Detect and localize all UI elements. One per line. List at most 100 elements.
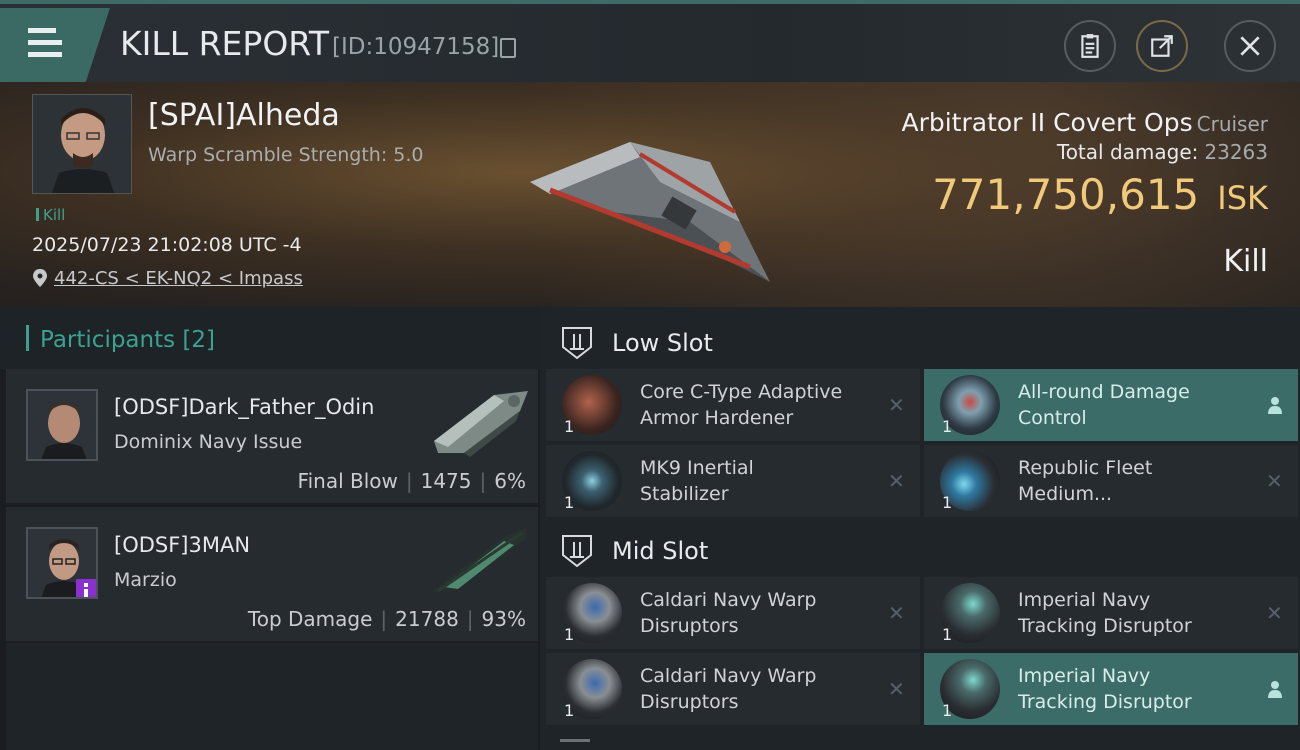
ship-class: Cruiser <box>1196 112 1268 136</box>
participant-row[interactable]: [ODSF]Dark_Father_Odin Dominix Navy Issu… <box>6 369 538 505</box>
stats-separator: | <box>405 469 413 493</box>
share-icon <box>1151 35 1173 57</box>
participant-damage: 21788 <box>395 607 459 631</box>
slot-icon <box>562 535 592 568</box>
module-name-line: Tracking Disruptor <box>1018 615 1192 637</box>
menu-button[interactable] <box>0 8 110 82</box>
module-name-line: Caldari Navy Warp <box>640 665 817 687</box>
hamburger-menu-icon <box>28 28 62 58</box>
participant-percent: 6% <box>494 469 526 493</box>
module-name: MK9 Inertial Stabilizer <box>640 455 880 507</box>
low-slot-title: Low Slot <box>612 329 713 357</box>
participants-title-text: Participants <box>40 327 176 353</box>
isk-value: 771,750,615 ISK <box>932 170 1268 219</box>
participant-role: Top Damage <box>247 607 373 631</box>
participant-ship: Dominix Navy Issue <box>114 431 303 453</box>
person-icon <box>1268 397 1282 414</box>
kill-datetime: 2025/07/23 21:02:08 UTC -4 <box>32 234 302 256</box>
mid-slot-title: Mid Slot <box>612 537 709 565</box>
victim-banner: [SPAI]Alheda Warp Scramble Strength: 5.0… <box>0 82 1300 307</box>
module-item[interactable]: 1 MK9 Inertial Stabilizer ✕ <box>546 445 920 517</box>
next-slot-header-partial <box>560 739 590 750</box>
share-button[interactable] <box>1136 20 1188 72</box>
module-name-line: MK9 Inertial <box>640 457 754 479</box>
isk-unit: ISK <box>1217 179 1268 217</box>
module-name: Imperial Navy Tracking Disruptor <box>1018 587 1258 639</box>
participants-header: Participants [2] <box>0 307 540 369</box>
close-icon <box>1240 36 1260 56</box>
isk-amount: 771,750,615 <box>932 170 1200 219</box>
module-name-line: Disruptors <box>640 615 739 637</box>
location-pin-icon <box>33 269 47 287</box>
participant-ship-image[interactable] <box>424 381 532 461</box>
total-damage: Total damage: 23263 <box>1057 140 1268 164</box>
stats-separator: | <box>466 607 474 631</box>
destroyed-x-icon: ✕ <box>888 469 905 493</box>
module-name-line: Republic Fleet <box>1018 457 1153 479</box>
module-name-line: Control <box>1018 407 1087 429</box>
clipboard-button[interactable] <box>1064 20 1116 72</box>
module-name-line: Armor Hardener <box>640 407 794 429</box>
module-name: Caldari Navy Warp Disruptors <box>640 663 880 715</box>
close-button[interactable] <box>1224 20 1276 72</box>
stats-separator: | <box>479 469 487 493</box>
warp-scramble-strength: Warp Scramble Strength: 5.0 <box>148 144 424 166</box>
copy-icon[interactable] <box>500 38 516 58</box>
fitting-panel: Low Slot 1 Core C-Type Adaptive Armor Ha… <box>540 307 1300 750</box>
participant-ship-image[interactable] <box>424 519 532 599</box>
slot-icon <box>562 327 592 360</box>
participant-portrait[interactable] <box>26 389 98 461</box>
module-name-line: Core C-Type Adaptive <box>640 381 843 403</box>
module-name: Republic Fleet Medium... <box>1018 455 1258 507</box>
participants-count: [2] <box>182 327 216 353</box>
module-item[interactable]: 1 Caldari Navy Warp Disruptors ✕ <box>546 653 920 725</box>
total-damage-value: 23263 <box>1204 140 1268 164</box>
kill-tag: Kill <box>36 206 65 224</box>
victim-ship-image[interactable] <box>510 102 780 292</box>
participant-portrait[interactable] <box>26 527 98 599</box>
module-name: Imperial Navy Tracking Disruptor <box>1018 663 1258 715</box>
module-quantity: 1 <box>942 417 953 436</box>
module-item[interactable]: 1 All-round Damage Control <box>924 369 1298 441</box>
participant-percent: 93% <box>481 607 526 631</box>
module-name-line: Medium... <box>1018 483 1113 505</box>
module-quantity: 1 <box>942 701 953 720</box>
low-slot-header: Low Slot <box>540 311 1300 373</box>
result-label: Kill <box>1223 244 1268 279</box>
module-name-line: Imperial Navy <box>1018 589 1151 611</box>
participant-name[interactable]: [ODSF]Dark_Father_Odin <box>114 395 374 419</box>
victim-ship-name[interactable]: Arbitrator II Covert Ops Cruiser <box>901 108 1268 137</box>
module-item[interactable]: 1 Caldari Navy Warp Disruptors ✕ <box>546 577 920 649</box>
module-quantity: 1 <box>942 625 953 644</box>
participant-role: Final Blow <box>297 469 398 493</box>
module-item[interactable]: 1 Imperial Navy Tracking Disruptor ✕ <box>924 577 1298 649</box>
total-damage-label: Total damage: <box>1056 140 1199 164</box>
person-icon <box>1268 681 1282 698</box>
module-item[interactable]: 1 Republic Fleet Medium... ✕ <box>924 445 1298 517</box>
victim-portrait[interactable] <box>32 94 132 194</box>
participants-title: Participants [2] <box>40 327 215 353</box>
module-name: All-round Damage Control <box>1018 379 1258 431</box>
participants-accent-bar <box>26 325 29 351</box>
module-name-line: Disruptors <box>640 691 739 713</box>
destroyed-x-icon: ✕ <box>1266 601 1283 625</box>
victim-name[interactable]: [SPAI]Alheda <box>148 98 340 133</box>
participant-name[interactable]: [ODSF]3MAN <box>114 533 250 557</box>
participant-stats: Top Damage | 21788 | 93% <box>248 607 526 631</box>
destroyed-x-icon: ✕ <box>1266 469 1283 493</box>
kill-location-link[interactable]: 442-CS < EK-NQ2 < Impass <box>54 268 303 289</box>
module-quantity: 1 <box>564 417 575 436</box>
module-item[interactable]: 1 Core C-Type Adaptive Armor Hardener ✕ <box>546 369 920 441</box>
participant-row[interactable]: [ODSF]3MAN Marzio Top Damage | 21788 | 93% <box>6 507 538 643</box>
clipboard-icon <box>1081 34 1099 58</box>
module-name-line: Imperial Navy <box>1018 665 1151 687</box>
participant-damage: 1475 <box>420 469 472 493</box>
ship-name-text: Arbitrator II Covert Ops <box>901 108 1193 137</box>
stats-separator: | <box>380 607 388 631</box>
participant-ship: Marzio <box>114 569 177 591</box>
module-item[interactable]: 1 Imperial Navy Tracking Disruptor <box>924 653 1298 725</box>
mid-slot-header: Mid Slot <box>540 519 1300 581</box>
destroyed-x-icon: ✕ <box>888 601 905 625</box>
module-name: Caldari Navy Warp Disruptors <box>640 587 880 639</box>
participant-stats: Final Blow | 1475 | 6% <box>298 469 526 493</box>
